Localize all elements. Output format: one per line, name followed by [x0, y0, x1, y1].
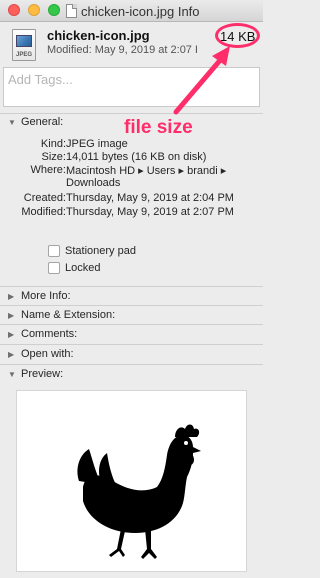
annotation-label: file size [124, 117, 193, 138]
annotation-arrow [173, 46, 230, 115]
